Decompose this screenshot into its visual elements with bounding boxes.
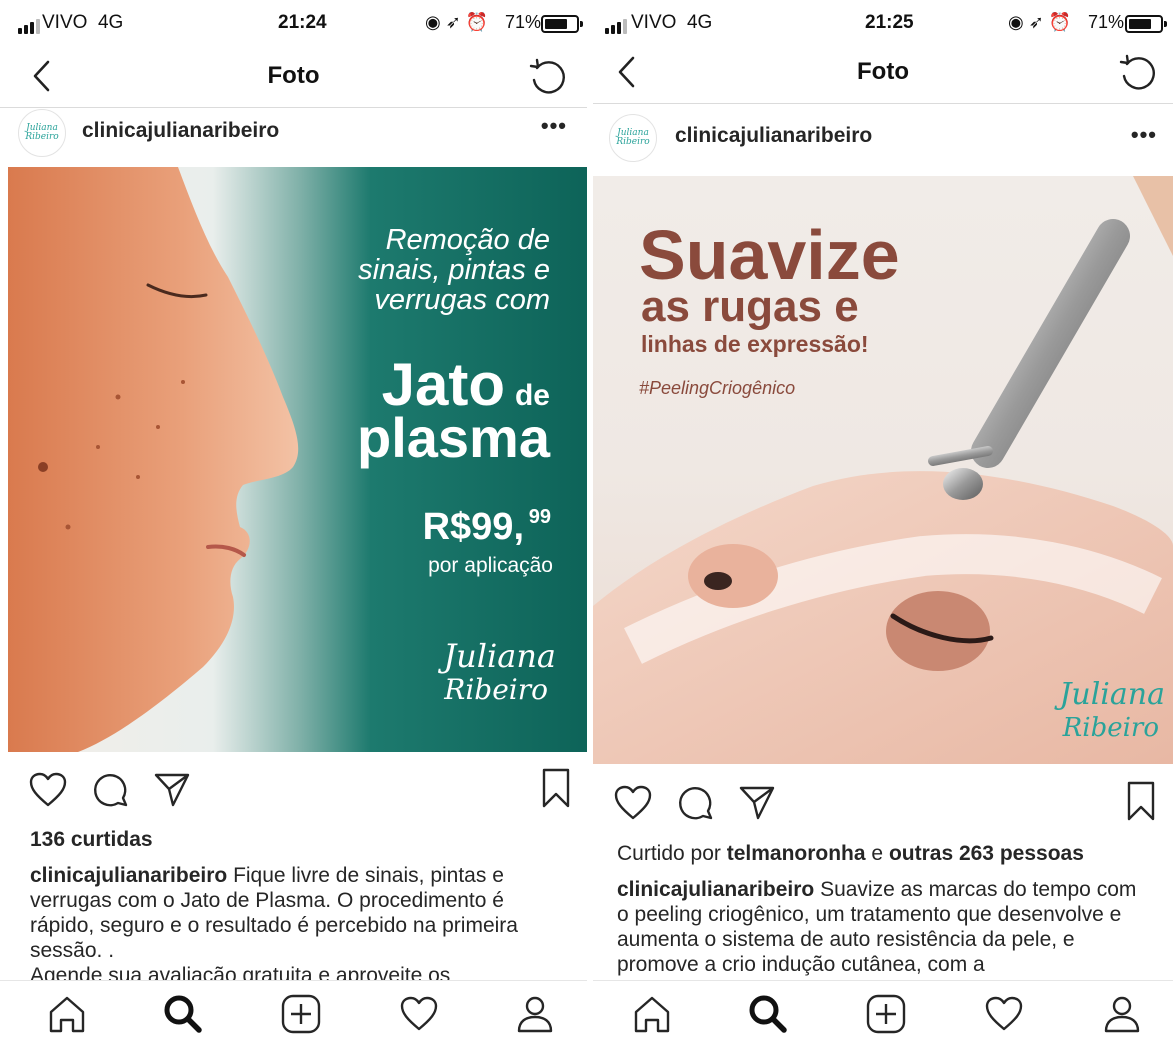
carrier-label: VIVO 4G	[42, 12, 124, 33]
image-line3: linhas de expressão!	[641, 331, 869, 357]
profile-icon[interactable]	[514, 993, 556, 1035]
post-header: Juliana Ribeiro clinicajulianaribeiro ••…	[593, 108, 1173, 164]
home-icon[interactable]	[631, 993, 673, 1035]
avatar[interactable]: Juliana Ribeiro	[18, 109, 66, 157]
bottom-tab-bar	[593, 980, 1173, 1045]
battery-icon	[1125, 15, 1167, 33]
more-options-icon[interactable]: •••	[1131, 122, 1157, 148]
carrier-label: VIVO 4G	[631, 12, 713, 33]
activity-heart-icon[interactable]	[983, 993, 1025, 1035]
image-headline-1: Remoção de	[386, 224, 550, 256]
bottom-tab-bar	[0, 980, 587, 1045]
status-icons: ◉ ➶ ⏰	[425, 12, 489, 32]
post-username[interactable]: clinicajulianaribeiro	[82, 119, 279, 143]
image-line2: as rugas e	[641, 282, 859, 331]
battery-icon	[541, 15, 583, 33]
image-logo-line1: Juliana	[1053, 677, 1165, 712]
caption-username[interactable]: clinicajulianaribeiro	[30, 864, 227, 887]
bookmark-icon[interactable]	[540, 767, 572, 809]
signal-icon	[18, 18, 40, 34]
profile-icon[interactable]	[1101, 993, 1143, 1035]
post-image-graphic: Suavize as rugas e linhas de expressão! …	[593, 176, 1173, 764]
likes-summary: Curtido por telmanoronha e outras 263 pe…	[617, 842, 1084, 865]
nav-bar: Foto	[0, 48, 587, 108]
status-bar: VIVO 4G 21:25 ◉ ➶ ⏰ 71%	[593, 0, 1173, 48]
image-price-unit: por aplicação	[428, 554, 553, 577]
image-price-main: R$99,	[423, 506, 524, 548]
nav-bar: Foto	[593, 44, 1173, 104]
post-caption: clinicajulianaribeiro Suavize as marcas …	[617, 877, 1153, 977]
search-icon[interactable]	[162, 993, 204, 1035]
new-post-icon[interactable]	[280, 993, 322, 1035]
image-headline-3: verrugas com	[374, 284, 550, 316]
post-username[interactable]: clinicajulianaribeiro	[675, 124, 872, 148]
share-direct-icon[interactable]	[737, 782, 777, 822]
image-logo-line2: Ribeiro	[443, 673, 548, 706]
left-phone-screen: VIVO 4G 21:24 ◉ ➶ ⏰ 71% Foto Juliana Rib…	[0, 0, 587, 1045]
more-options-icon[interactable]: •••	[541, 113, 567, 139]
status-time: 21:25	[865, 12, 914, 33]
home-icon[interactable]	[46, 993, 88, 1035]
new-post-icon[interactable]	[865, 993, 907, 1035]
image-hashtag: #PeelingCriogênico	[639, 378, 795, 398]
status-bar: VIVO 4G 21:24 ◉ ➶ ⏰ 71%	[0, 0, 587, 48]
comment-icon[interactable]	[92, 771, 130, 809]
status-time: 21:24	[278, 12, 327, 33]
image-headline-2: sinais, pintas e	[358, 254, 550, 286]
like-heart-icon[interactable]	[613, 784, 653, 822]
page-title: Foto	[267, 62, 320, 89]
post-image[interactable]: Suavize as rugas e linhas de expressão! …	[593, 176, 1173, 764]
like-heart-icon[interactable]	[28, 771, 68, 809]
avatar[interactable]: Juliana Ribeiro	[609, 114, 657, 162]
comment-icon[interactable]	[677, 784, 715, 822]
battery-percent: 71%	[505, 12, 542, 32]
bookmark-icon[interactable]	[1125, 780, 1157, 822]
post-image[interactable]: Remoção de sinais, pintas e verrugas com…	[8, 167, 587, 752]
status-icons: ◉ ➶ ⏰	[1008, 12, 1072, 32]
battery-percent: 71%	[1088, 12, 1125, 32]
refresh-icon[interactable]	[1117, 52, 1159, 94]
caption-username[interactable]: clinicajulianaribeiro	[617, 878, 814, 901]
signal-icon	[605, 18, 627, 34]
image-logo-line1: Juliana	[437, 637, 556, 675]
share-direct-icon[interactable]	[152, 769, 192, 809]
refresh-icon[interactable]	[527, 56, 569, 98]
post-actions	[593, 778, 1173, 834]
page-title: Foto	[857, 58, 909, 85]
activity-heart-icon[interactable]	[398, 993, 440, 1035]
right-phone-screen: VIVO 4G 21:25 ◉ ➶ ⏰ 71% Foto Juliana Rib…	[593, 0, 1173, 1045]
likes-others[interactable]: outras 263 pessoas	[889, 842, 1084, 865]
image-price-cents: 99	[529, 506, 551, 528]
post-header: Juliana Ribeiro clinicajulianaribeiro ••…	[0, 103, 587, 159]
post-actions	[0, 765, 587, 821]
search-icon[interactable]	[747, 993, 789, 1035]
liked-by-user[interactable]: telmanoronha	[727, 842, 866, 865]
post-image-graphic: Remoção de sinais, pintas e verrugas com…	[8, 167, 587, 752]
post-caption: clinicajulianaribeiro Fique livre de sin…	[30, 863, 567, 985]
image-logo-line2: Ribeiro	[1062, 713, 1159, 743]
image-product-second: plasma	[357, 406, 551, 469]
likes-count: 136 curtidas	[30, 828, 153, 851]
